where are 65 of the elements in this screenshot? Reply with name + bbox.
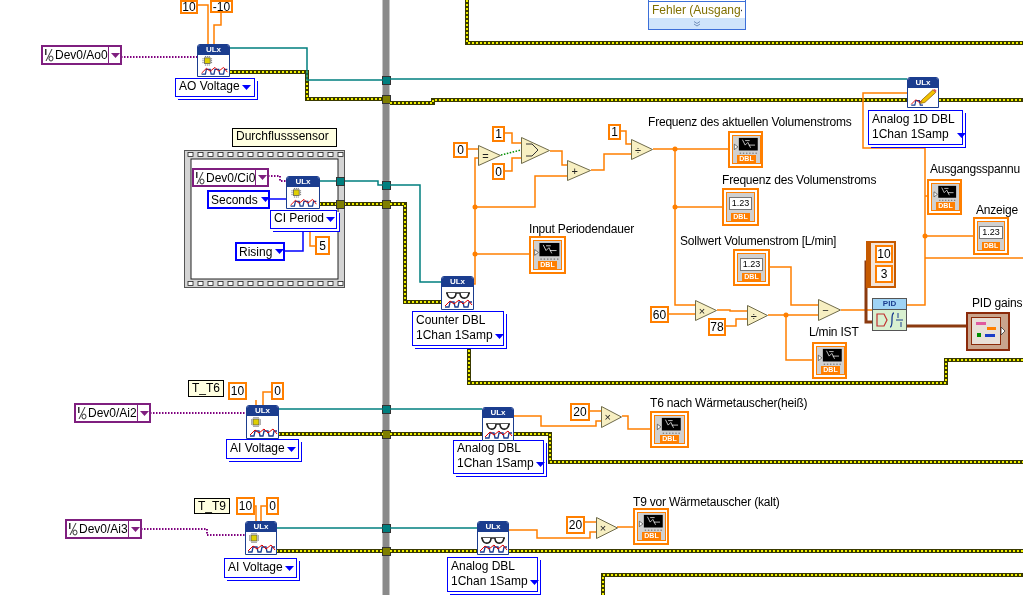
terminal-label: Anzeige	[976, 203, 1018, 217]
polymorphic-selector[interactable]: CI Period	[270, 210, 337, 229]
channel-constant[interactable]: Dev0/Ai3	[65, 519, 142, 539]
polymorphic-selector[interactable]: Counter DBL 1Chan 1Samp	[412, 311, 504, 346]
numeric-display: 1.23	[728, 197, 753, 210]
node-badge: ULx	[246, 522, 276, 532]
array-element: 3	[875, 265, 893, 283]
numeric-constant: 20	[566, 516, 585, 534]
numeric-constant: 1	[492, 126, 505, 142]
numeric-constant: 10	[180, 0, 198, 14]
numeric-constant: 78	[708, 318, 726, 336]
node-badge: ULx	[287, 177, 319, 187]
polymorphic-selector[interactable]: AO Voltage	[175, 78, 255, 97]
numeric-constant: 10	[236, 497, 255, 515]
polymorphic-selector[interactable]: Analog DBL 1Chan 1Samp	[447, 557, 538, 592]
enum-constant[interactable]: Seconds	[207, 190, 270, 209]
terminal-label: L/min IST	[809, 325, 859, 339]
unbundle-item: Fehler (Ausgang	[651, 2, 743, 18]
numeric-constant: 5	[315, 236, 330, 255]
numeric-constant: 0	[453, 142, 468, 158]
terminal-label: Frequenz des aktuellen Volumenstroms	[648, 115, 852, 129]
channel-constant[interactable]: Dev0/Ao0	[41, 45, 122, 65]
numeric-constant: 20	[570, 403, 590, 421]
polymorphic-selector[interactable]: Analog 1D DBL 1Chan 1Samp	[868, 110, 963, 145]
multiply-function: ×	[596, 517, 618, 539]
free-label: T_T9	[194, 498, 230, 514]
numeric-constant: 10	[228, 382, 247, 400]
node-badge: ULx	[247, 406, 278, 416]
enum-constant[interactable]: Rising	[235, 242, 285, 261]
numeric-constant: 0	[492, 163, 505, 180]
node-badge: ULx	[478, 522, 508, 532]
polymorphic-selector[interactable]: Analog DBL 1Chan 1Samp	[453, 440, 544, 474]
terminal-label: Frequenz des Volumenstroms	[722, 173, 877, 187]
node-badge: ULx	[442, 277, 473, 287]
terminal-label: Ausgangsspannu	[930, 162, 1020, 176]
multiply-function: ×	[695, 300, 717, 321]
numeric-constant: 0	[271, 382, 284, 400]
numeric-constant: 1	[608, 124, 621, 140]
polymorphic-selector[interactable]: AI Voltage	[226, 439, 299, 459]
node-badge: ULx	[908, 78, 938, 88]
divide-function: ÷	[747, 305, 768, 326]
free-label: Durchflusssensor	[232, 128, 337, 147]
terminal-label: PID gains	[972, 296, 1023, 310]
node-badge: ULx	[198, 45, 229, 55]
polymorphic-selector[interactable]: AI Voltage	[224, 558, 297, 578]
numeric-constant: 60	[650, 306, 669, 323]
numeric-display: 1.23	[739, 258, 764, 271]
equal-function: =	[478, 145, 501, 166]
free-label: T_T6	[188, 380, 224, 397]
node-badge: PID	[873, 299, 906, 310]
channel-constant[interactable]: Dev0/Ai2	[74, 403, 151, 423]
terminal-label: T6 nach Wärmetauscher(heiß)	[650, 396, 808, 410]
channel-constant[interactable]: Dev0/Ci0	[192, 168, 269, 187]
multiply-function: ×	[601, 406, 622, 428]
add-function: +	[567, 160, 591, 181]
numeric-constant: 0	[266, 497, 279, 515]
terminal-label: T9 vor Wärmetauscher (kalt)	[633, 495, 780, 509]
subtract-function: −	[818, 299, 841, 321]
terminal-label: Input Periodendauer	[529, 222, 634, 236]
array-element: 10	[875, 245, 893, 263]
divide-function: ÷	[631, 139, 653, 160]
numeric-display: 1.23	[979, 226, 1003, 239]
terminal-label: Sollwert Volumenstrom [L/min]	[680, 234, 837, 248]
numeric-constant: -10	[210, 0, 233, 13]
node-badge: ULx	[483, 408, 513, 418]
